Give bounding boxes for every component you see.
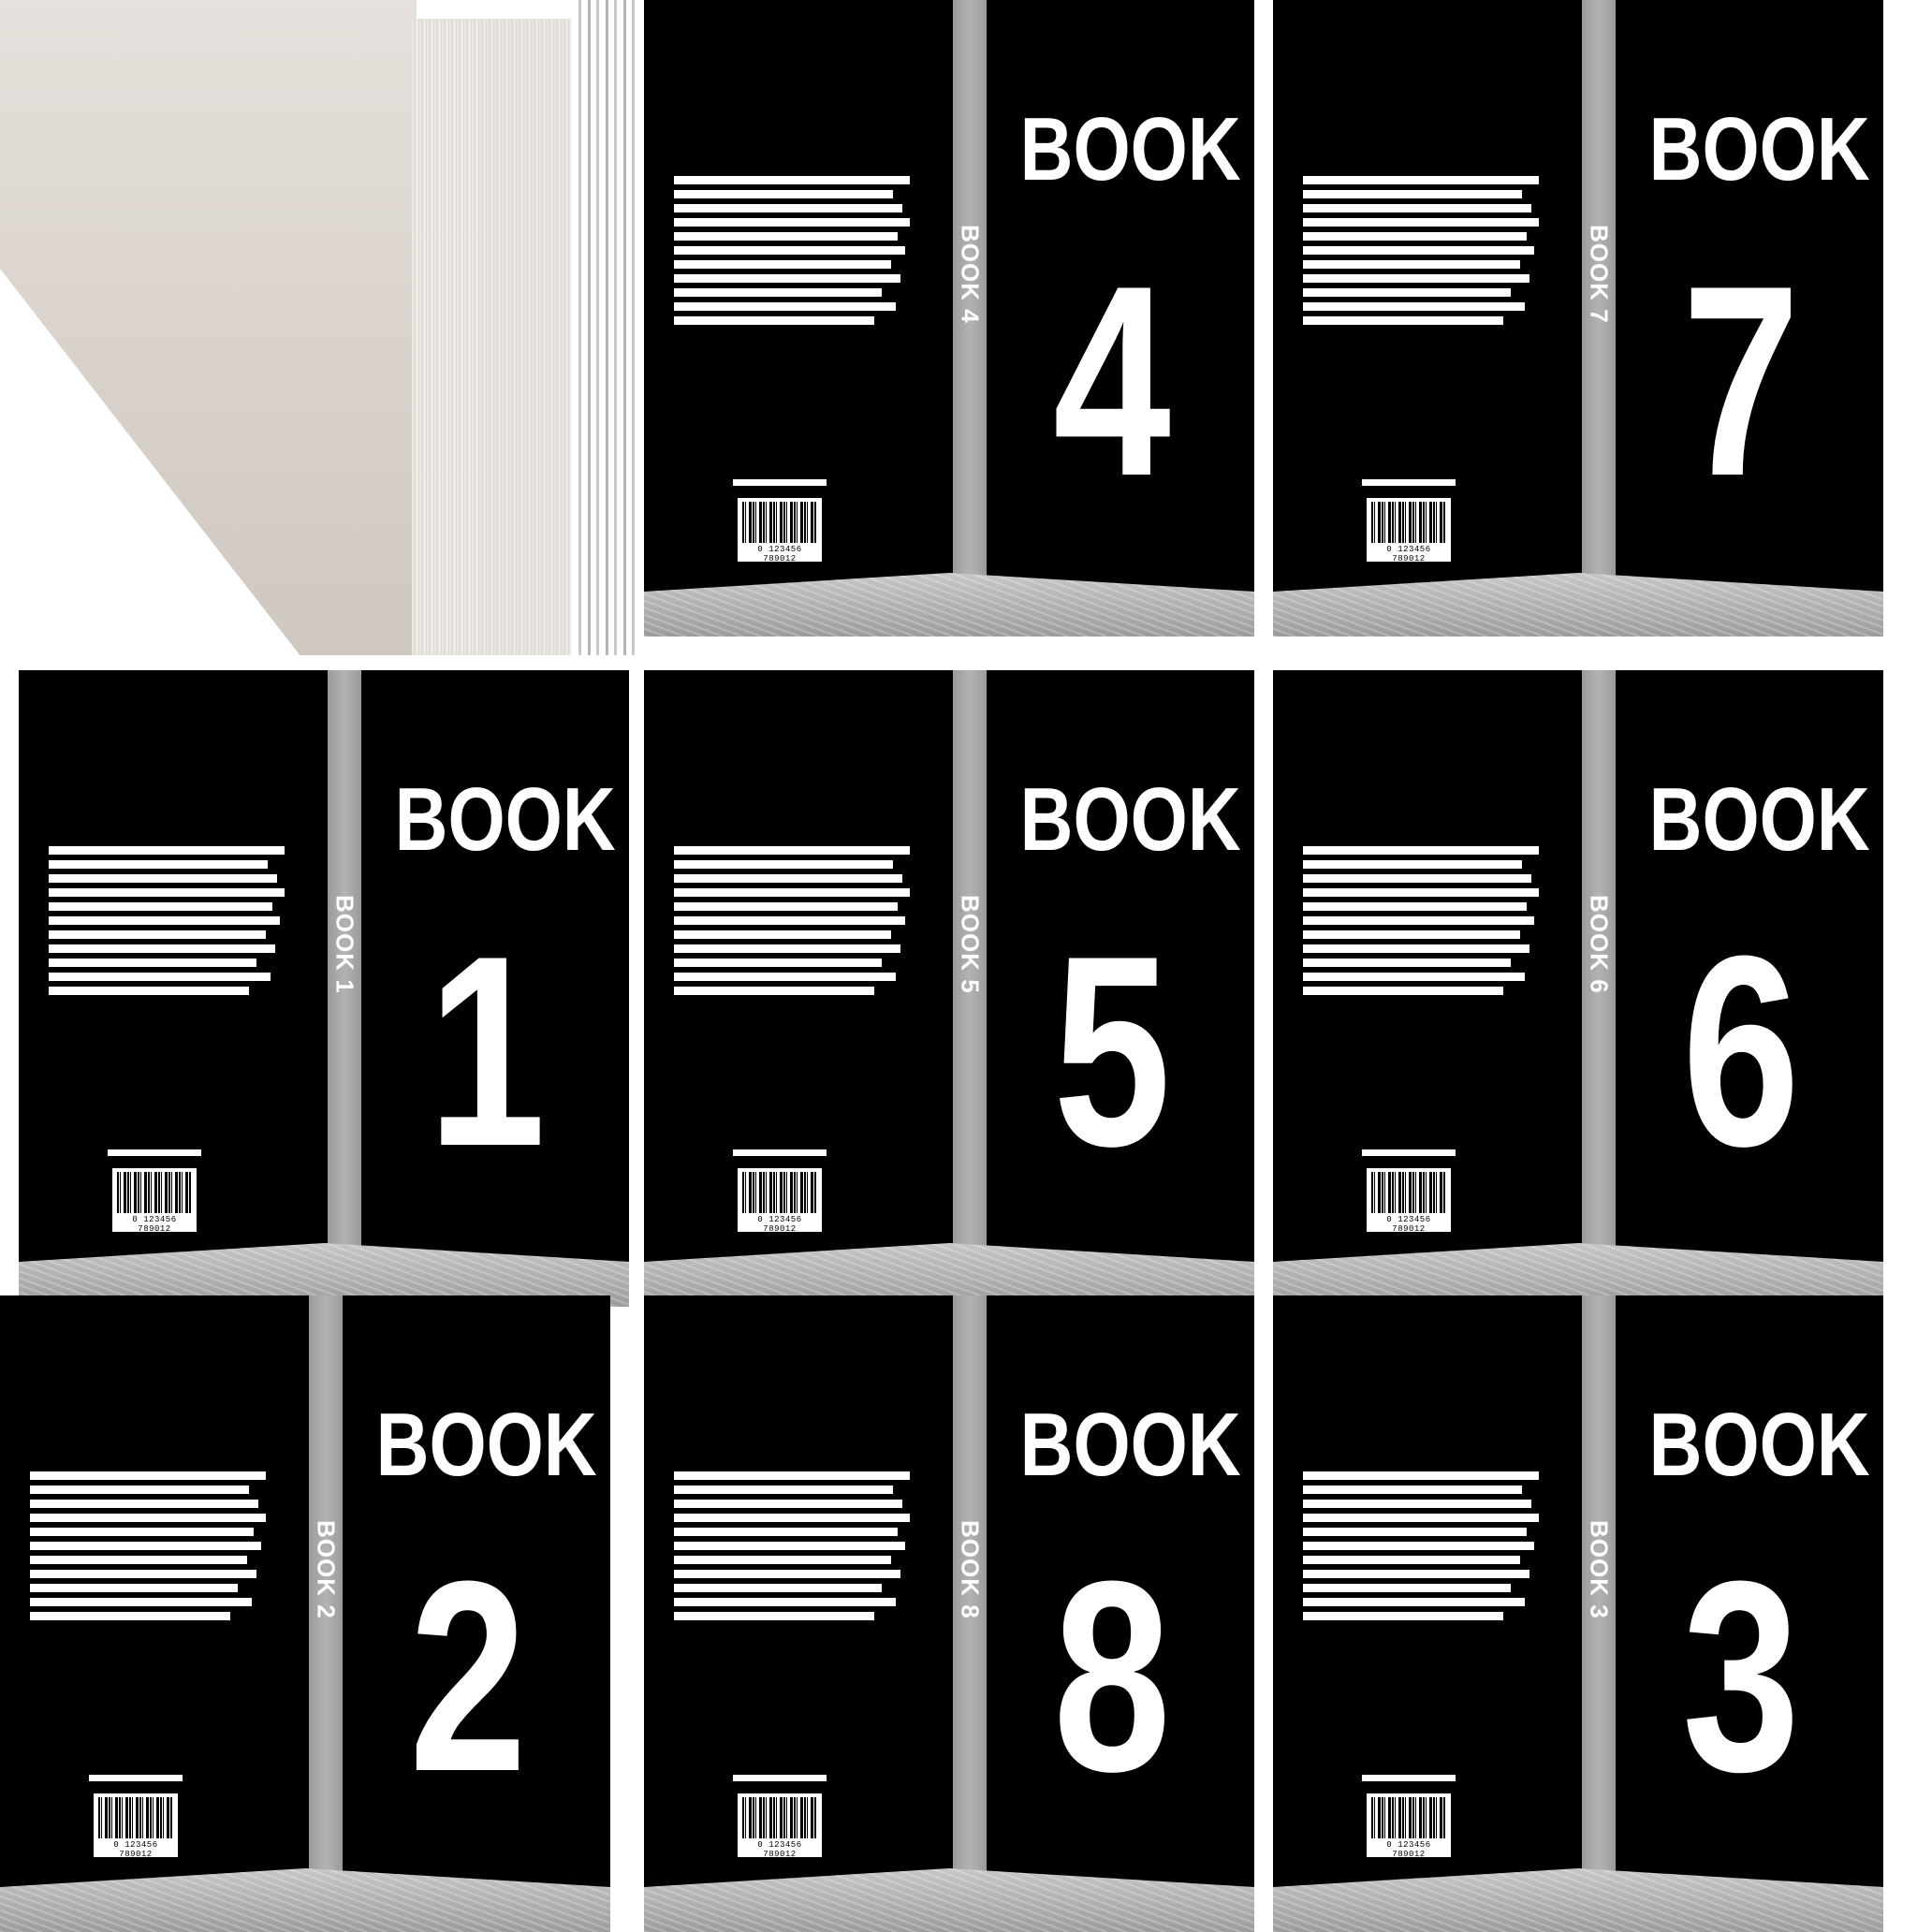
cover-title-number: 4 — [1053, 229, 1171, 533]
barcode: 0 123456 789012 — [94, 1793, 178, 1859]
price-bar — [1362, 479, 1456, 486]
book-cover-4: 0 123456 789012 BOOK 4 BOOK 4 — [644, 0, 1254, 637]
barcode-digits: 0 123456 789012 — [1386, 1215, 1431, 1234]
cover-title-number: 6 — [1682, 900, 1800, 1203]
price-bar — [89, 1775, 183, 1781]
cover-title-word: BOOK — [375, 1395, 597, 1495]
spine-title: BOOK 8 — [956, 1520, 985, 1619]
barcode-bars — [1371, 1172, 1446, 1213]
cover-title-number: 3 — [1682, 1525, 1800, 1828]
price-bar — [733, 479, 827, 486]
barcode: 0 123456 789012 — [1367, 1793, 1451, 1859]
barcode: 0 123456 789012 — [112, 1168, 197, 1234]
page-block-texture — [0, 0, 655, 655]
price-bar — [733, 1149, 827, 1156]
blurb-placeholder-lines — [674, 1471, 910, 1626]
page-flap — [0, 0, 417, 655]
spine-title: BOOK 5 — [956, 895, 985, 994]
blurb-placeholder-lines — [674, 846, 910, 1001]
barcode-bars — [1371, 502, 1446, 543]
blurb-placeholder-lines — [49, 846, 285, 1001]
cover-title-word: BOOK — [1019, 1395, 1241, 1495]
barcode-bars — [742, 1172, 817, 1213]
book-cover-1: 0 123456 789012 BOOK 1 BOOK 1 — [19, 670, 629, 1307]
barcode-digits: 0 123456 789012 — [757, 545, 802, 564]
price-bar — [108, 1149, 201, 1156]
barcode-digits: 0 123456 789012 — [113, 1840, 158, 1859]
price-bar — [733, 1775, 827, 1781]
spine-title: BOOK 6 — [1585, 895, 1614, 994]
barcode-digits: 0 123456 789012 — [132, 1215, 177, 1234]
barcode: 0 123456 789012 — [1367, 498, 1451, 564]
barcode-digits: 0 123456 789012 — [757, 1215, 802, 1234]
price-bar — [1362, 1775, 1456, 1781]
barcode: 0 123456 789012 — [738, 498, 822, 564]
barcode: 0 123456 789012 — [738, 1793, 822, 1859]
price-bar — [1362, 1149, 1456, 1156]
book-cover-7: 0 123456 789012 BOOK 7 BOOK 7 — [1273, 0, 1883, 637]
barcode-digits: 0 123456 789012 — [1386, 1840, 1431, 1859]
book-cover-6: 0 123456 789012 BOOK 6 BOOK 6 — [1273, 670, 1883, 1307]
barcode-bars — [98, 1797, 173, 1838]
cover-title-word: BOOK — [1019, 99, 1241, 199]
page-edge — [573, 0, 638, 655]
blurb-placeholder-lines — [674, 176, 910, 330]
cover-title-word: BOOK — [1648, 769, 1870, 870]
cover-title-number: 5 — [1053, 900, 1171, 1203]
cover-title-number: 8 — [1053, 1525, 1171, 1828]
cover-title-word: BOOK — [1648, 1395, 1870, 1495]
spine-title: BOOK 3 — [1585, 1520, 1614, 1619]
cover-title-number: 1 — [428, 900, 546, 1203]
barcode-digits: 0 123456 789012 — [1386, 545, 1431, 564]
book-cover-8: 0 123456 789012 BOOK 8 BOOK 8 — [644, 1295, 1254, 1932]
barcode-bars — [1371, 1797, 1446, 1838]
spine-title: BOOK 2 — [312, 1520, 341, 1619]
book-cover-3: 0 123456 789012 BOOK 3 BOOK 3 — [1273, 1295, 1883, 1932]
barcode-bars — [742, 502, 817, 543]
barcode: 0 123456 789012 — [1367, 1168, 1451, 1234]
spine-title: BOOK 4 — [956, 225, 985, 324]
book-cover-5: 0 123456 789012 BOOK 5 BOOK 5 — [644, 670, 1254, 1307]
spine-title: BOOK 7 — [1585, 225, 1614, 324]
barcode: 0 123456 789012 — [738, 1168, 822, 1234]
cover-title-word: BOOK — [1648, 99, 1870, 199]
blurb-placeholder-lines — [1303, 846, 1539, 1001]
page-stack — [412, 19, 571, 655]
blurb-placeholder-lines — [1303, 176, 1539, 330]
book-cover-2: 0 123456 789012 BOOK 2 BOOK 2 — [0, 1295, 610, 1932]
barcode-digits: 0 123456 789012 — [757, 1840, 802, 1859]
cover-title-word: BOOK — [394, 769, 616, 870]
cover-title-number: 7 — [1682, 229, 1800, 533]
cover-title-number: 2 — [409, 1525, 527, 1828]
barcode-bars — [117, 1172, 192, 1213]
barcode-bars — [742, 1797, 817, 1838]
blurb-placeholder-lines — [30, 1471, 266, 1626]
spine-title: BOOK 1 — [330, 895, 359, 994]
cover-title-word: BOOK — [1019, 769, 1241, 870]
blurb-placeholder-lines — [1303, 1471, 1539, 1626]
